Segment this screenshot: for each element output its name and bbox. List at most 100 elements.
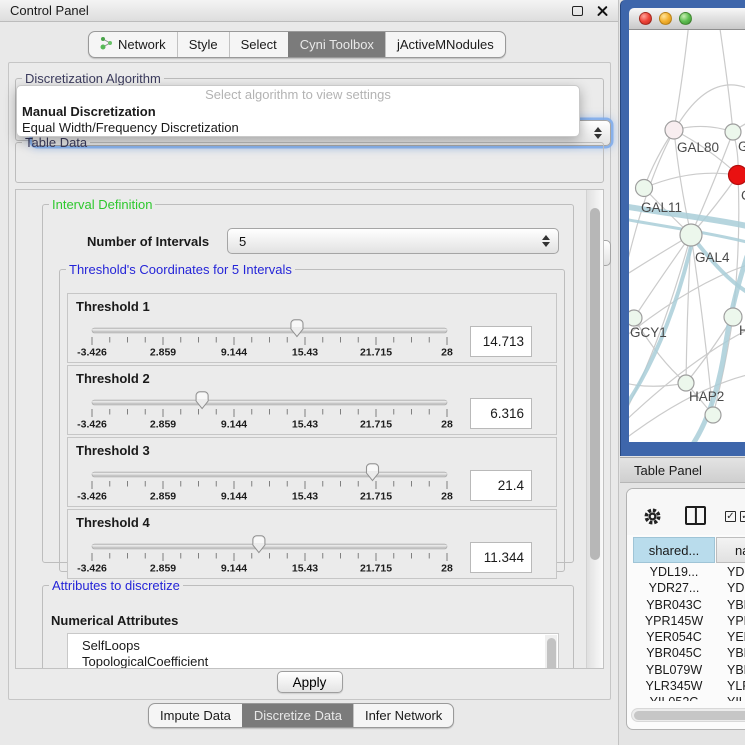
- control-panel: Control Panel NetworkStyle Select Cyni Too…: [0, 0, 619, 745]
- threshold-3-label: Threshold 3: [76, 443, 150, 458]
- numerical-attributes-label: Numerical Attributes: [51, 613, 178, 628]
- attribute-item-selfloops[interactable]: SelfLoops: [82, 638, 558, 654]
- threshold-2-slider[interactable]: -3.4262.8599.14415.4321.71528: [88, 391, 452, 431]
- network-icon: [100, 36, 113, 53]
- table-row[interactable]: YDL19...YDL1: [627, 565, 745, 581]
- algorithm-option-equal-width-frequency-discretization[interactable]: Equal Width/Frequency Discretization: [17, 120, 579, 136]
- svg-text:-3.426: -3.426: [77, 563, 107, 575]
- apply-button[interactable]: Apply: [277, 671, 343, 693]
- threshold-4-slider[interactable]: -3.4262.8599.14415.4321.71528: [88, 535, 452, 575]
- network-node[interactable]: [705, 407, 721, 423]
- attribute-item-topologicalcoefficient[interactable]: TopologicalCoefficient: [82, 654, 558, 669]
- svg-text:-3.426: -3.426: [77, 347, 107, 359]
- split-columns-icon[interactable]: [685, 506, 706, 525]
- network-node-c[interactable]: [729, 166, 745, 185]
- threshold-1-label: Threshold 1: [76, 299, 150, 314]
- node-label: H: [739, 323, 745, 338]
- svg-text:15.43: 15.43: [292, 563, 318, 575]
- network-node-gal80[interactable]: [665, 121, 683, 139]
- node-label: C: [741, 188, 745, 203]
- horizontal-scrollbar[interactable]: [631, 708, 745, 722]
- threshold-3-value-field[interactable]: 21.4: [470, 470, 532, 501]
- algorithm-option-manual-discretization[interactable]: Manual Discretization: [17, 104, 579, 120]
- thresholds-group: Threshold's Coordinates for 5 Intervals …: [59, 262, 565, 572]
- node-label: HAP2: [689, 389, 724, 404]
- float-window-icon[interactable]: [572, 6, 583, 16]
- table-row[interactable]: YBL079WYBL0: [627, 663, 745, 679]
- tab-network[interactable]: Network: [89, 32, 177, 57]
- svg-text:21.715: 21.715: [360, 347, 392, 359]
- checkbox-icon[interactable]: ✓: [740, 511, 745, 522]
- svg-text:21.715: 21.715: [360, 563, 392, 575]
- svg-text:2.859: 2.859: [150, 491, 176, 503]
- network-node-ga[interactable]: [725, 124, 741, 140]
- zoom-window-icon[interactable]: [679, 12, 692, 25]
- threshold-1-slider[interactable]: -3.4262.8599.14415.4321.71528: [88, 319, 452, 359]
- tab-cyni-toolbox[interactable]: Cyni Toolbox: [288, 32, 385, 57]
- tab-impute-data[interactable]: Impute Data: [149, 704, 242, 727]
- threshold-1-value-field[interactable]: 14.713: [470, 326, 532, 357]
- tab-style[interactable]: Style: [177, 32, 229, 57]
- network-edge[interactable]: [719, 30, 733, 132]
- threshold-2-label: Threshold 2: [76, 371, 150, 386]
- table-row[interactable]: YPR145WYPR1: [627, 614, 745, 630]
- network-graph[interactable]: GAL80GACGAL11GAL4GCY1HHAP2: [629, 30, 745, 442]
- svg-text:28: 28: [441, 491, 453, 503]
- vertical-scrollbar[interactable]: [586, 190, 603, 668]
- network-edge[interactable]: [644, 173, 738, 188]
- close-window-icon[interactable]: [639, 12, 652, 25]
- tab-infer-network[interactable]: Infer Network: [353, 704, 453, 727]
- table-row[interactable]: YBR043CYBR0: [627, 598, 745, 614]
- gear-icon[interactable]: [643, 507, 662, 531]
- network-canvas[interactable]: GAL80GACGAL11GAL4GCY1HHAP2: [629, 30, 745, 442]
- tab-select[interactable]: Select: [229, 32, 288, 57]
- tab-label: jActiveMNodules: [397, 37, 494, 52]
- column-header-name[interactable]: name: [716, 537, 745, 563]
- svg-text:21.715: 21.715: [360, 419, 392, 431]
- table-row[interactable]: YBR045CYBR0: [627, 646, 745, 662]
- column-header-shared-name[interactable]: shared...: [633, 537, 715, 563]
- tab-label: Select: [241, 37, 277, 52]
- table-row[interactable]: YER054CYER0: [627, 630, 745, 646]
- cell-shared-name: YBL079W: [633, 663, 715, 679]
- network-window: GAL80GACGAL11GAL4GCY1HHAP2: [620, 0, 745, 456]
- threshold-2-value-field[interactable]: 6.316: [470, 398, 532, 429]
- slider-handle: [196, 392, 208, 409]
- node-table: YDL19...YDL1YDR27...YDR2YBR043CYBR0YPR14…: [627, 565, 745, 701]
- number-of-intervals-select[interactable]: 5: [227, 228, 559, 254]
- network-node-gal4[interactable]: [680, 224, 702, 246]
- threshold-4-panel: Threshold 4-3.4262.8599.14415.4321.71528…: [67, 509, 557, 579]
- cell-name: YBL0: [715, 663, 745, 679]
- tab-jactivemnodules[interactable]: jActiveMNodules: [385, 32, 505, 57]
- network-node-gal11[interactable]: [636, 180, 653, 197]
- table-row[interactable]: YIL052CYIL0: [627, 695, 745, 701]
- list-scrollbar[interactable]: [545, 635, 557, 669]
- table-row[interactable]: YLR345WYLR3: [627, 679, 745, 695]
- checkbox-icon[interactable]: ✓: [725, 511, 736, 522]
- cell-name: YLR3: [715, 679, 745, 695]
- svg-text:9.144: 9.144: [221, 419, 247, 431]
- network-window-titlebar: [629, 8, 745, 30]
- svg-text:21.715: 21.715: [360, 491, 392, 503]
- close-icon[interactable]: [597, 5, 608, 16]
- table-row[interactable]: YDR27...YDR2: [627, 581, 745, 597]
- svg-text:15.43: 15.43: [292, 419, 318, 431]
- svg-text:28: 28: [441, 563, 453, 575]
- cell-shared-name: YBR043C: [633, 598, 715, 614]
- threshold-4-value-field[interactable]: 11.344: [470, 542, 532, 573]
- control-panel-titlebar: Control Panel: [0, 0, 618, 22]
- discretization-algorithm-title: Discretization Algorithm: [22, 71, 164, 86]
- network-edge[interactable]: [674, 30, 689, 130]
- threshold-4-label: Threshold 4: [76, 515, 150, 530]
- cell-shared-name: YLR345W: [633, 679, 715, 695]
- svg-text:15.43: 15.43: [292, 491, 318, 503]
- network-node-gcy1[interactable]: [629, 310, 642, 326]
- tab-discretize-data[interactable]: Discretize Data: [242, 704, 353, 727]
- number-of-intervals-label: Number of Intervals: [87, 234, 209, 249]
- svg-text:15.43: 15.43: [292, 347, 318, 359]
- numerical-attributes-list[interactable]: SelfLoopsTopologicalCoefficientBetweenne…: [67, 633, 559, 669]
- threshold-3-slider[interactable]: -3.4262.8599.14415.4321.71528: [88, 463, 452, 503]
- tab-label: Infer Network: [365, 708, 442, 723]
- cyni-mode-tabs: Impute DataDiscretize Data Infer Network: [148, 703, 454, 728]
- minimize-window-icon[interactable]: [659, 12, 672, 25]
